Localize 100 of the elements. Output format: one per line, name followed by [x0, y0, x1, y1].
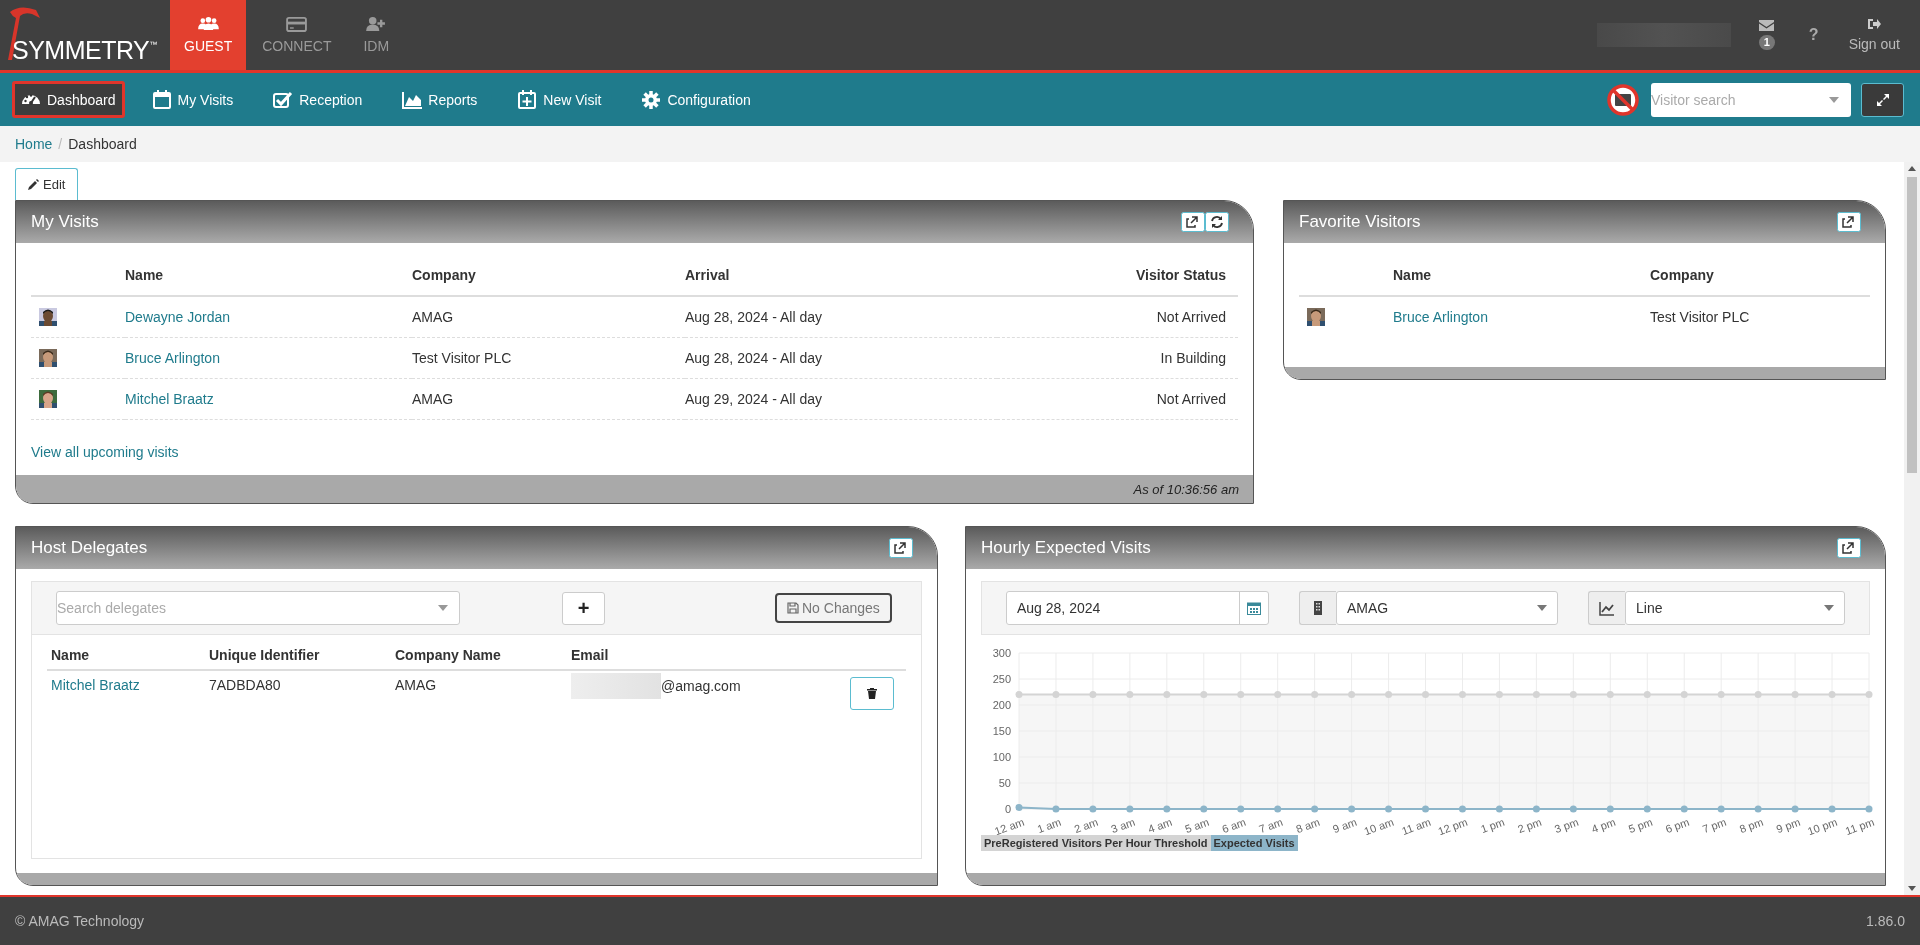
nav-item[interactable]: Reports — [389, 81, 491, 118]
axis-label: 0 — [1004, 803, 1011, 815]
caret-icon — [438, 605, 448, 611]
table-cell: Test Visitor PLC — [412, 337, 685, 379]
view-all-link[interactable]: View all upcoming visits — [31, 444, 179, 460]
data-point — [1385, 805, 1393, 813]
axis-label: 1 am — [1035, 815, 1063, 835]
column-header: Name — [1393, 255, 1650, 296]
data-point — [1717, 691, 1725, 699]
column-header: Email — [567, 635, 824, 670]
table-cell: Aug 29, 2024 - All day — [685, 378, 997, 420]
popout-icon[interactable] — [1837, 212, 1861, 232]
trademark-mark: ™ — [149, 40, 158, 49]
data-point — [1422, 691, 1429, 699]
data-point — [1717, 805, 1725, 813]
legend-item[interactable]: Expected Visits — [1210, 835, 1298, 851]
add-button[interactable]: + — [562, 591, 605, 625]
data-point — [1015, 691, 1023, 699]
sign-out-button[interactable]: Sign out — [1848, 0, 1900, 70]
data-point — [1569, 691, 1577, 699]
module-tab[interactable]: IDM — [347, 0, 406, 70]
visitor-link[interactable]: Mitchel Braatz — [125, 378, 412, 420]
delegate-link[interactable]: Mitchel Braatz — [47, 670, 205, 716]
module-tab[interactable]: GUEST — [170, 0, 247, 70]
nav-item[interactable]: Reception — [260, 81, 376, 118]
module-tab[interactable]: CONNECT — [246, 0, 348, 70]
table-cell: In Building — [997, 337, 1238, 379]
nav-item[interactable]: Configuration — [628, 81, 764, 118]
refresh-icon[interactable] — [1205, 212, 1229, 232]
axis-label: 5 am — [1183, 815, 1211, 835]
nav-item[interactable]: New Visit — [504, 81, 615, 118]
save-button[interactable]: No Changes — [775, 593, 892, 623]
data-point — [1791, 805, 1799, 813]
company-select[interactable]: AMAG — [1336, 591, 1558, 625]
column-header: Company Name — [391, 635, 567, 670]
axis-label: 2 am — [1072, 815, 1100, 835]
scrollbar-thumb[interactable] — [1907, 177, 1917, 473]
data-point — [1348, 805, 1356, 813]
axis-label: 4 am — [1146, 815, 1174, 835]
data-point — [1643, 691, 1651, 699]
nav-item[interactable]: My Visits — [138, 81, 247, 118]
breadcrumb-link[interactable]: Home — [15, 136, 53, 152]
calendar-icon — [1247, 601, 1261, 615]
axis-label: 10 pm — [1805, 815, 1839, 835]
table-cell: Not Arrived — [997, 378, 1238, 420]
panel-title: Host Delegates — [31, 538, 148, 558]
email-text: @amag.com — [661, 678, 741, 694]
envelope-icon[interactable] — [1759, 20, 1775, 31]
data-point — [1200, 691, 1208, 699]
visitor-search-field[interactable]: Visitor search — [1651, 82, 1851, 117]
delete-button[interactable] — [850, 677, 894, 710]
legend-item[interactable]: PreRegistered Visitors Per Hour Threshold — [981, 835, 1211, 851]
popout-icon[interactable] — [889, 538, 913, 558]
column-header: Name — [125, 255, 412, 296]
delegate-search-field[interactable]: Search delegates — [56, 591, 460, 625]
data-point — [1274, 691, 1282, 699]
table-cell: Aug 28, 2024 - All day — [685, 337, 997, 379]
data-point — [1495, 691, 1503, 699]
axis-label: 12 pm — [1436, 815, 1470, 835]
gear-icon — [641, 90, 662, 109]
axis-label: 100 — [992, 751, 1011, 763]
data-point — [1459, 805, 1466, 813]
data-point — [1606, 691, 1614, 699]
data-point — [1532, 691, 1540, 699]
visitor-link[interactable]: Bruce Arlington — [125, 337, 412, 379]
data-point — [1828, 805, 1836, 813]
axis-label: 9 am — [1331, 815, 1359, 835]
table-cell: AMAG — [391, 670, 567, 716]
table-cell: Aug 28, 2024 - All day — [685, 296, 997, 338]
scrollbar[interactable] — [1904, 162, 1920, 895]
axis-label: 7 pm — [1700, 815, 1728, 835]
users-icon — [197, 16, 220, 32]
help-button[interactable]: ? — [1808, 26, 1819, 44]
version-text: 1.86.0 — [1866, 913, 1905, 929]
axis-label: 250 — [992, 673, 1011, 685]
axis-label: 11 am — [1400, 815, 1433, 835]
edit-button[interactable]: Edit — [15, 168, 79, 200]
data-point — [1015, 803, 1023, 811]
table-cell: 7ADBDA80 — [205, 670, 391, 716]
caret-icon — [1829, 96, 1839, 103]
column-header: Unique Identifier — [205, 635, 391, 670]
nav-item[interactable]: Dashboard — [12, 81, 125, 118]
popout-icon[interactable] — [1837, 538, 1861, 558]
data-point — [1385, 691, 1393, 699]
data-point — [1680, 691, 1688, 699]
date-field[interactable]: Aug 28, 2024 — [1006, 591, 1269, 625]
visitor-link[interactable]: Dewayne Jordan — [125, 296, 412, 338]
popout-icon[interactable] — [1181, 212, 1205, 232]
expand-icon — [1876, 93, 1889, 106]
column-header: Visitor Status — [997, 255, 1238, 296]
chart-type-select[interactable]: Line — [1625, 591, 1845, 625]
axis-label: 7 am — [1257, 815, 1285, 835]
data-point — [1311, 691, 1319, 699]
data-point — [1495, 805, 1503, 813]
card-icon — [285, 16, 308, 32]
visitor-link[interactable]: Bruce Arlington — [1393, 296, 1650, 337]
axis-label: 8 am — [1294, 815, 1322, 835]
panel-title: Favorite Visitors — [1299, 212, 1421, 232]
fullscreen-button[interactable] — [1861, 82, 1904, 117]
column-header: Company — [1650, 255, 1870, 296]
